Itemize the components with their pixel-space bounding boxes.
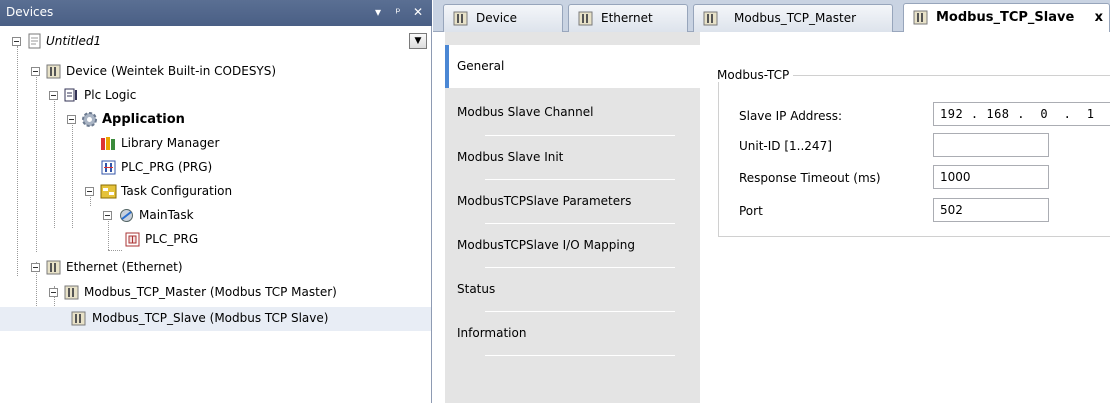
pane-dropdown-icon[interactable]: ▾ [370,4,386,20]
response-timeout-label: Response Timeout (ms) [739,171,881,185]
tree-item-library-manager[interactable]: Library Manager [0,132,431,156]
port-label: Port [739,204,763,218]
tree-item-application[interactable]: Application [0,108,431,132]
tree-item-label: Modbus_TCP_Slave (Modbus TCP Slave) [92,311,329,325]
side-tab-modbus-slave-init[interactable]: Modbus Slave Init [445,136,700,179]
side-tab-status[interactable]: Status [445,268,700,311]
editor-side-tabs: General Modbus Slave Channel Modbus Slav… [445,32,703,403]
collapse-icon[interactable] [49,288,58,297]
pin-icon[interactable]: ᵖ [390,4,406,20]
editor-tab-bar: Device Ethernet Modbus_TCP_Master Modbus… [433,0,1110,33]
collapse-icon[interactable] [31,67,40,76]
side-tab-information[interactable]: Information [445,312,700,355]
tree-item-label: Modbus_TCP_Master (Modbus TCP Master) [84,285,337,299]
tree-item-label: PLC_PRG (PRG) [121,160,213,174]
devices-pane-title: Devices [6,5,54,19]
modbus-tcp-group [718,75,1110,237]
side-tab-label: ModbusTCPSlave Parameters [457,194,632,208]
device-tree: Untitled1 ▼ Device (Weintek Built-in COD… [0,30,431,403]
tab-label: Device [476,11,518,25]
tab-modbus-tcp-master[interactable]: Modbus_TCP_Master [693,4,893,32]
tab-device[interactable]: Device [443,4,563,32]
tree-item-device[interactable]: Device (Weintek Built-in CODESYS) [0,60,431,84]
tree-item-label: Plc Logic [84,88,137,102]
side-tab-label: General [457,59,505,73]
editor-area: Device Ethernet Modbus_TCP_Master Modbus… [433,0,1110,403]
collapse-icon[interactable] [85,187,94,196]
side-tab-modbustcpslave-parameters[interactable]: ModbusTCPSlave Parameters [445,180,700,223]
tree-item-label: Task Configuration [121,184,233,198]
collapse-icon[interactable] [49,91,58,100]
tree-item-maintask[interactable]: MainTask [0,204,431,228]
main-task-icon [118,207,135,224]
tree-item-label: Ethernet (Ethernet) [66,260,183,274]
plc-logic-icon [63,87,80,104]
collapse-icon[interactable] [103,211,112,220]
tree-item-label: MainTask [139,208,194,222]
side-tab-label: Status [457,282,496,296]
device-icon [702,10,719,27]
tree-item-plc-logic[interactable]: Plc Logic [0,84,431,108]
devices-pane-header: Devices ▾ ᵖ ✕ [0,0,432,26]
device-icon [63,284,80,301]
program-icon [100,159,117,176]
device-editor-content: General Modbus Slave Channel Modbus Slav… [433,32,1110,403]
side-tab-label: Modbus Slave Channel [457,105,594,119]
side-tab-general[interactable]: General [445,45,703,88]
devices-pane: Devices ▾ ᵖ ✕ Untitled1 ▼ Device (Weinte… [0,0,432,403]
tree-item-label: Untitled1 [46,34,102,48]
group-title: Modbus-TCP [713,68,794,82]
task-configuration-icon [100,183,117,200]
tree-item-modbus-tcp-slave[interactable]: Modbus_TCP_Slave (Modbus TCP Slave) [0,307,431,331]
tree-item-plc-prg[interactable]: PLC_PRG (PRG) [0,156,431,180]
slave-ip-label: Slave IP Address: [739,109,843,123]
collapse-icon[interactable] [67,115,76,124]
collapse-icon[interactable] [31,263,40,272]
tab-label: Ethernet [601,11,653,25]
side-tab-modbus-slave-channel[interactable]: Modbus Slave Channel [445,91,700,134]
library-manager-icon [100,135,117,152]
close-tab-icon[interactable]: x [1095,10,1103,25]
project-icon [26,33,43,50]
collapse-icon[interactable] [12,37,21,46]
tab-label: Modbus_TCP_Slave [936,10,1075,25]
tab-modbus-tcp-slave[interactable]: Modbus_TCP_Slave x [903,3,1110,33]
close-pane-icon[interactable]: ✕ [410,4,426,20]
tree-item-label: Device (Weintek Built-in CODESYS) [66,64,277,78]
tab-label: Modbus_TCP_Master [734,11,857,25]
tree-item-label: Application [102,112,185,127]
side-tab-label: Information [457,326,527,340]
tree-item-label: Library Manager [121,136,220,150]
side-tab-label: ModbusTCPSlave I/O Mapping [457,238,635,252]
side-tab-modbustcpslave-io-mapping[interactable]: ModbusTCPSlave I/O Mapping [445,224,700,267]
device-icon [452,10,469,27]
device-icon [45,259,62,276]
task-call-icon [124,231,141,248]
tree-item-ethernet[interactable]: Ethernet (Ethernet) [0,256,431,280]
unit-id-label: Unit-ID [1..247] [739,139,832,153]
side-tab-divider [485,355,675,356]
device-icon [912,9,929,26]
slave-ip-address-input[interactable] [933,102,1110,126]
tree-item-task-plc-prg[interactable]: PLC_PRG [0,228,431,252]
device-icon [45,63,62,80]
tree-item-modbus-tcp-master[interactable]: Modbus_TCP_Master (Modbus TCP Master) [0,281,431,305]
tab-ethernet[interactable]: Ethernet [568,4,688,32]
device-icon [577,10,594,27]
side-tab-label: Modbus Slave Init [457,150,564,164]
port-input[interactable] [933,198,1049,222]
tree-item-label: PLC_PRG [145,232,199,246]
application-gear-icon [81,111,98,128]
unit-id-input[interactable] [933,133,1049,157]
tree-dropdown-button[interactable]: ▼ [409,33,427,49]
device-icon [70,310,87,327]
tree-item-task-configuration[interactable]: Task Configuration [0,180,431,204]
response-timeout-input[interactable] [933,165,1049,189]
tree-item-project[interactable]: Untitled1 [0,30,431,54]
